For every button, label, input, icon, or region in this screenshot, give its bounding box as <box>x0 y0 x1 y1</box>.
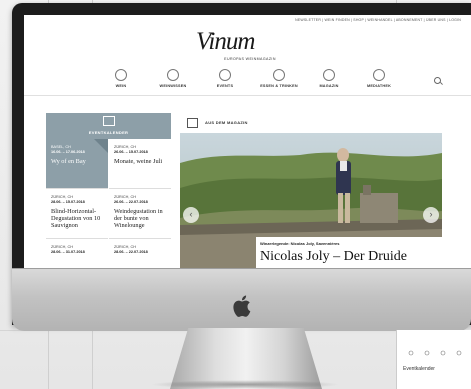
event-name: Blind-Horizontal-Degustation von 10 Sauv… <box>51 208 101 229</box>
magazine-icon <box>323 69 335 81</box>
menu-label: EVENTS <box>216 84 234 88</box>
apple-logo-icon <box>233 295 251 317</box>
menu-item-weinwissen[interactable]: WEINWISSEN <box>144 69 202 88</box>
wine-icon <box>115 69 127 81</box>
event-name: Wy of en Bay <box>51 158 86 165</box>
star-icon <box>373 69 385 81</box>
menu-item-events[interactable]: EVENTS <box>196 69 254 88</box>
magazine-header: AUS DEM MAGAZIN <box>180 113 442 134</box>
calendar-icon <box>103 116 115 126</box>
event-place: ZÜRICH, CH <box>114 145 136 149</box>
event-item[interactable]: ZÜRICH, CH 26.06. – 22.07.2018 Weindegus… <box>109 189 171 239</box>
menu-label: WEINWISSEN <box>159 84 187 88</box>
browser-screen: NEWSLETTER | WEIN FINDEN | SHOP | WEINHA… <box>24 15 471 270</box>
cutlery-icon <box>273 69 285 81</box>
event-item[interactable]: BASEL, CH 16.06. – 17.06.2018 Wy of en B… <box>46 139 108 189</box>
event-item[interactable]: ZÜRICH, CH 26.06. – 15.07.2018 Monate, w… <box>109 139 171 189</box>
menu-label: MEDIATHEK <box>366 84 392 88</box>
event-name: Monate, weine Juli <box>114 158 163 165</box>
magazine-teaser: AUS DEM MAGAZIN ‹ › Winzerlegende: Nicol… <box>180 113 442 270</box>
calendar-icon <box>219 69 231 81</box>
background-page-peek: Eventkalender <box>396 330 471 389</box>
event-item[interactable]: ZÜRICH, CH 28.06. – 15.07.2018 Blind-Hor… <box>46 189 108 239</box>
site-logo-subtitle: EUROPAS WEINMAGAZIN <box>224 57 276 61</box>
event-place: BASEL, CH <box>51 145 71 149</box>
event-place: ZÜRICH, CH <box>114 195 136 199</box>
article-caption[interactable]: Winzerlegende: Nicolas Joly, Savennières… <box>256 237 442 270</box>
search-icon[interactable] <box>434 77 441 84</box>
calendar-header: EVENTKALENDER <box>46 113 171 139</box>
event-date: 16.06. – 17.06.2018 <box>51 150 85 154</box>
event-item[interactable]: ZÜRICH, CH 28.06. – 22.07.2018 <box>109 239 171 270</box>
next-arrow-button[interactable]: › <box>423 207 439 223</box>
event-place: ZÜRICH, CH <box>51 195 73 199</box>
menu-divider <box>24 95 471 96</box>
menu-dots-icon <box>408 350 462 356</box>
event-date: 26.06. – 15.07.2018 <box>114 150 148 154</box>
grapes-icon <box>167 69 179 81</box>
magazine-icon <box>187 118 198 128</box>
menu-item-mediathek[interactable]: MEDIATHEK <box>350 69 408 88</box>
event-date: 26.06. – 22.07.2018 <box>114 200 148 204</box>
event-item[interactable]: ZÜRICH, CH 28.06. – 31.07.2018 <box>46 239 108 270</box>
peek-label: Eventkalender <box>403 366 435 372</box>
article-headline[interactable]: Nicolas Joly – Der Druide <box>260 249 407 265</box>
event-calendar: EVENTKALENDER BASEL, CH 16.06. – 17.06.2… <box>46 113 171 270</box>
event-date: 28.06. – 22.07.2018 <box>114 250 148 254</box>
magazine-title: AUS DEM MAGAZIN <box>205 120 248 125</box>
prev-arrow-button[interactable]: ‹ <box>183 207 199 223</box>
stand-shadow <box>150 380 340 389</box>
main-menu: WEIN WEINWISSEN EVENTS ESSEN & TRINKEN M… <box>24 67 471 93</box>
event-place: ZÜRICH, CH <box>51 245 73 249</box>
event-date: 28.06. – 31.07.2018 <box>51 250 85 254</box>
menu-item-wein[interactable]: WEIN <box>92 69 150 88</box>
event-name: Weindegustation in der bunte von Winelou… <box>114 208 163 229</box>
top-links[interactable]: NEWSLETTER | WEIN FINDEN | SHOP | WEINHA… <box>295 18 461 22</box>
event-place: ZÜRICH, CH <box>114 245 136 249</box>
calendar-title: EVENTKALENDER <box>88 130 129 135</box>
article-kicker: Winzerlegende: Nicolas Joly, Savennières <box>260 241 340 246</box>
corner-marker <box>94 139 108 153</box>
site-logo[interactable]: Vinum <box>196 28 255 56</box>
menu-label: WEIN <box>115 84 127 88</box>
event-date: 28.06. – 15.07.2018 <box>51 200 85 204</box>
